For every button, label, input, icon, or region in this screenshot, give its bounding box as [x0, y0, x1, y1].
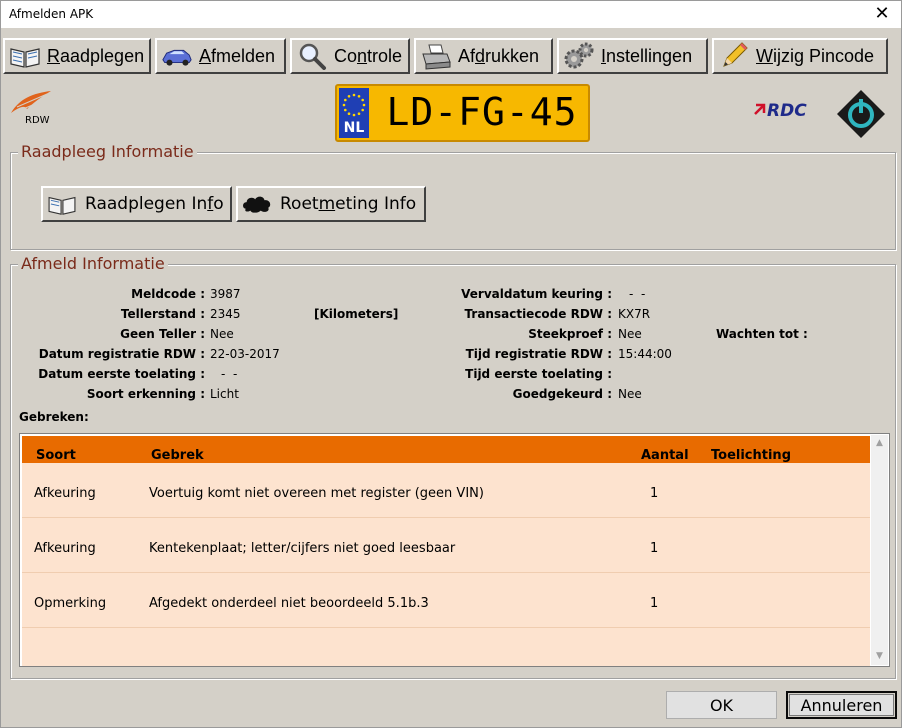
pencil-icon — [718, 41, 750, 71]
afmelden-button[interactable]: Afmelden — [155, 38, 286, 74]
wachten-tot-label: Wachten tot : — [716, 327, 808, 341]
raadplegen-info-button[interactable]: Raadplegen Info — [41, 186, 232, 222]
raadpleeg-group-title: Raadpleeg Informatie — [18, 142, 197, 161]
power-logo-icon — [836, 89, 886, 139]
geen-teller-label: Geen Teller : — [120, 327, 205, 341]
table-row[interactable]: Opmerking Afgedekt onderdeel niet beoord… — [22, 573, 870, 628]
roetmeting-info-button[interactable]: Roetmeting Info — [236, 186, 426, 222]
soort-erkenning-value: Licht — [210, 387, 239, 401]
rdc-logo: RDC — [753, 101, 817, 123]
rdw-logo-text: RDW — [25, 115, 50, 126]
printer-icon — [420, 41, 452, 71]
table-header: Soort Gebrek Aantal Toelichting — [22, 436, 870, 463]
meldcode-label: Meldcode : — [131, 287, 205, 301]
raadplegen-info-label: Raadplegen Info — [85, 194, 224, 214]
datum-eerste-toelating-value: - - — [221, 367, 238, 381]
car-icon — [161, 41, 193, 71]
table-scrollbar[interactable]: ▲ ▼ — [871, 435, 888, 665]
datum-eerste-toelating-label: Datum eerste toelating : — [38, 367, 205, 381]
roetmeting-info-label: Roetmeting Info — [280, 194, 417, 214]
cell-aantal: 1 — [650, 541, 659, 556]
ok-button[interactable]: OK — [666, 691, 777, 719]
afdrukken-label: Afdrukken — [458, 45, 540, 66]
tijd-registratie-label: Tijd registratie RDW : — [465, 347, 612, 361]
annuleren-button[interactable]: Annuleren — [786, 691, 897, 719]
rdw-logo: RDW — [7, 89, 55, 129]
instellingen-button[interactable]: Instellingen — [557, 38, 708, 74]
vervaldatum-value: - - — [629, 287, 646, 301]
tijd-eerste-toelating-label: Tijd eerste toelating : — [465, 367, 612, 381]
close-icon[interactable]: ✕ — [871, 3, 893, 25]
cell-gebrek: Kentekenplaat; letter/cijfers niet goed … — [149, 541, 456, 556]
smoke-cloud-icon — [242, 191, 272, 217]
cell-soort: Opmerking — [34, 596, 107, 611]
afmeld-group-title: Afmeld Informatie — [18, 254, 168, 273]
tijd-registratie-value: 15:44:00 — [618, 347, 672, 361]
scroll-up-icon[interactable]: ▲ — [871, 435, 888, 452]
tellerstand-value: 2345 — [210, 307, 241, 321]
eu-flag-icon: NL — [339, 88, 369, 138]
header-gebrek[interactable]: Gebrek — [151, 448, 204, 463]
cell-soort: Afkeuring — [34, 541, 96, 556]
window-title: Afmelden APK — [9, 7, 94, 21]
raadplegen-label: Raadplegen — [47, 45, 145, 66]
gebreken-label: Gebreken: — [19, 410, 89, 424]
header-toelichting[interactable]: Toelichting — [711, 448, 791, 463]
afdrukken-button[interactable]: Afdrukken — [414, 38, 553, 74]
plate-number: LD-FG-45 — [386, 90, 578, 134]
wijzig-pincode-label: Wijzig Pincode — [756, 45, 875, 66]
steekproef-value: Nee — [618, 327, 642, 341]
table-row[interactable]: Afkeuring Voertuig komt niet overeen met… — [22, 463, 870, 518]
controle-label: Controle — [334, 45, 403, 66]
soort-erkenning-label: Soort erkenning : — [86, 387, 205, 401]
table-body: Afkeuring Voertuig komt niet overeen met… — [22, 463, 870, 666]
book-icon — [47, 191, 77, 217]
apk-window: Afmelden APK ✕ Raadplegen Afmelden Contr… — [0, 0, 902, 728]
tellerstand-unit: [Kilometers] — [314, 307, 399, 321]
geen-teller-value: Nee — [210, 327, 234, 341]
goedgekeurd-value: Nee — [618, 387, 642, 401]
vervaldatum-label: Vervaldatum keuring : — [461, 287, 612, 301]
raadplegen-button[interactable]: Raadplegen — [3, 38, 151, 74]
cell-soort: Afkeuring — [34, 486, 96, 501]
instellingen-label: Instellingen — [601, 45, 693, 66]
plate-country: NL — [343, 120, 365, 136]
scroll-down-icon[interactable]: ▼ — [871, 648, 888, 665]
license-plate: NL LD-FG-45 — [335, 84, 590, 142]
table-row[interactable]: Afkeuring Kentekenplaat; letter/cijfers … — [22, 518, 870, 573]
header-soort[interactable]: Soort — [36, 448, 76, 463]
wijzig-pincode-button[interactable]: Wijzig Pincode — [712, 38, 888, 74]
controle-button[interactable]: Controle — [290, 38, 410, 74]
cell-gebrek: Afgedekt onderdeel niet beoordeeld 5.1b.… — [149, 596, 429, 611]
gears-icon — [563, 41, 595, 71]
datum-registratie-label: Datum registratie RDW : — [38, 347, 205, 361]
datum-registratie-value: 22-03-2017 — [210, 347, 280, 361]
tellerstand-label: Tellerstand : — [120, 307, 205, 321]
header-aantal[interactable]: Aantal — [641, 448, 689, 463]
afmelden-label: Afmelden — [199, 45, 276, 66]
book-icon — [9, 41, 41, 71]
title-bar: Afmelden APK ✕ — [1, 1, 901, 28]
cell-aantal: 1 — [650, 596, 659, 611]
transactiecode-value: KX7R — [618, 307, 651, 321]
transactiecode-label: Transactiecode RDW : — [464, 307, 612, 321]
steekproef-label: Steekproef : — [528, 327, 612, 341]
cell-aantal: 1 — [650, 486, 659, 501]
magnifier-icon — [296, 41, 328, 71]
goedgekeurd-label: Goedgekeurd : — [512, 387, 612, 401]
cell-gebrek: Voertuig komt niet overeen met register … — [149, 486, 484, 501]
gebreken-table: Soort Gebrek Aantal Toelichting Afkeurin… — [19, 433, 890, 667]
meldcode-value: 3987 — [210, 287, 241, 301]
rdc-logo-text: RDC — [767, 101, 807, 121]
